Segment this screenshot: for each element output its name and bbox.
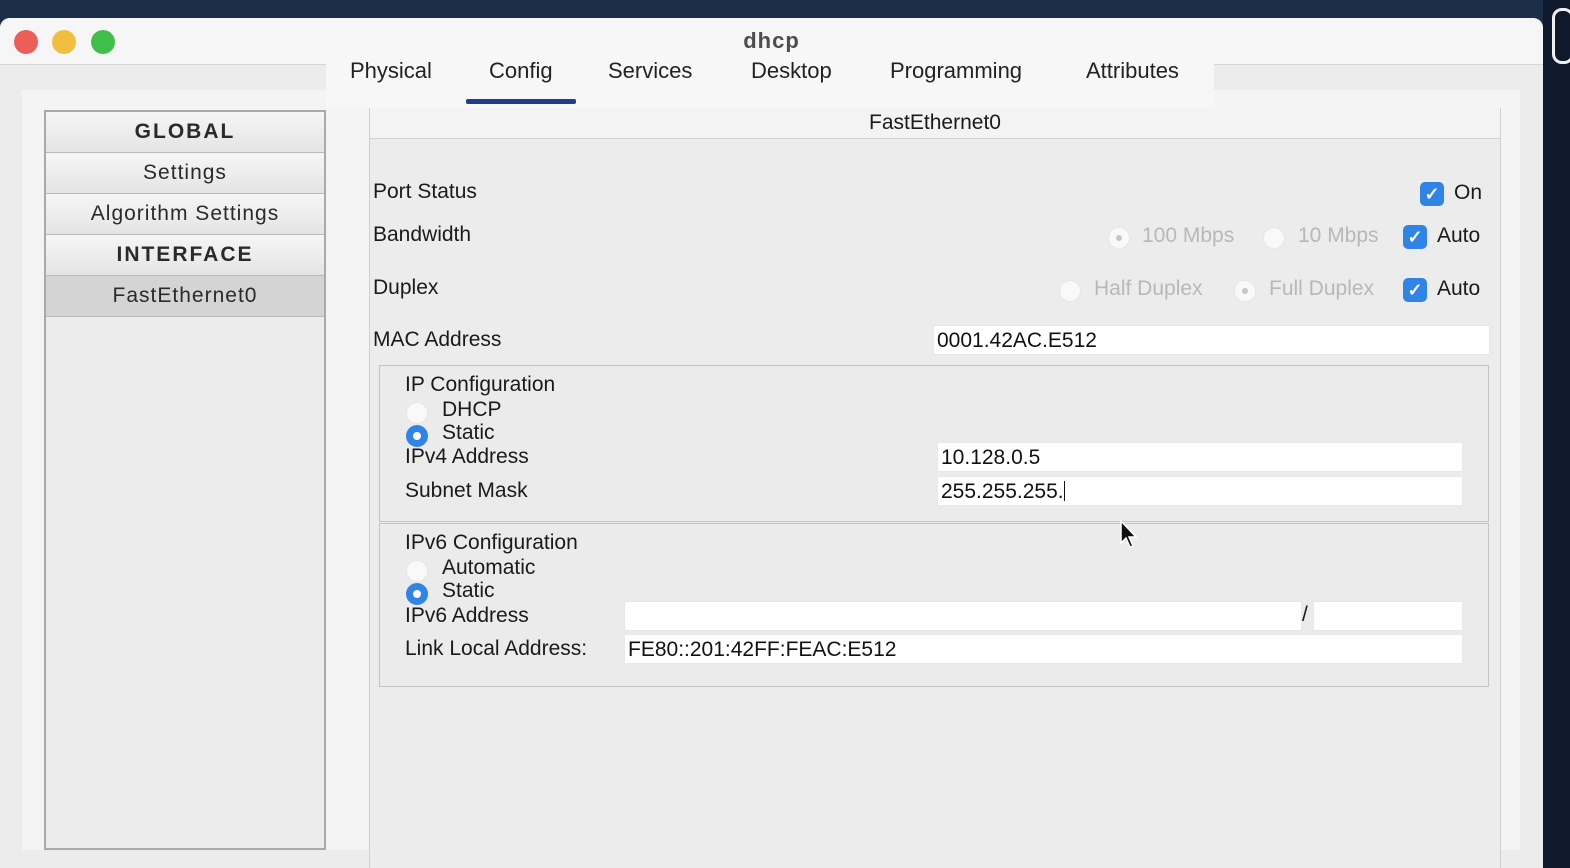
bandwidth-100-radio[interactable] <box>1108 227 1130 249</box>
ipv4-address-label: IPv4 Address <box>405 445 529 468</box>
bandwidth-10-label: 10 Mbps <box>1298 224 1379 247</box>
text-caret <box>1063 481 1065 501</box>
tab-attributes[interactable]: Attributes <box>1086 52 1179 108</box>
ipv6-config-group: IPv6 Configuration Automatic Static IPv6… <box>379 523 1489 687</box>
ipv6-automatic-label: Automatic <box>442 556 536 579</box>
desktop-edge <box>1543 0 1570 868</box>
ipv6-address-field[interactable] <box>624 601 1302 631</box>
sidebar-item-algorithm-settings[interactable]: Algorithm Settings <box>46 194 324 235</box>
ipv6-automatic-radio[interactable] <box>406 560 428 582</box>
duplex-full-radio[interactable] <box>1234 280 1256 302</box>
tab-bar: Physical Config Services Desktop Program… <box>326 52 1214 108</box>
sidebar-item-settings[interactable]: Settings <box>46 153 324 194</box>
ipv4-dhcp-radio[interactable] <box>406 402 428 424</box>
tab-programming[interactable]: Programming <box>890 52 1022 108</box>
subnet-mask-label: Subnet Mask <box>405 479 528 502</box>
sidebar-header-global[interactable]: GLOBAL <box>46 112 324 153</box>
ipv6-static-radio[interactable] <box>406 583 428 605</box>
ipv6-static-label: Static <box>442 579 495 602</box>
link-local-label: Link Local Address: <box>405 637 588 660</box>
ipv6-prefix-field[interactable] <box>1313 601 1463 631</box>
ipv6-address-label: IPv6 Address <box>405 604 529 627</box>
duplex-full-label: Full Duplex <box>1269 277 1375 300</box>
interface-panel: FastEthernet0 Port Status ✓ On Bandwidth… <box>369 108 1501 868</box>
duplex-label: Duplex <box>373 276 439 299</box>
bandwidth-100-label: 100 Mbps <box>1142 224 1235 247</box>
prefix-slash: / <box>1302 603 1308 626</box>
duplex-auto-checkbox[interactable]: ✓ <box>1403 278 1427 302</box>
tab-physical[interactable]: Physical <box>350 52 432 108</box>
sidebar-header-interface[interactable]: INTERFACE <box>46 235 324 276</box>
tab-services[interactable]: Services <box>608 52 692 108</box>
mouse-pointer-icon <box>1120 520 1138 548</box>
desktop-widget-icon <box>1552 8 1570 64</box>
ipv4-address-field[interactable]: 10.128.0.5 <box>937 442 1463 472</box>
sidebar-item-fastethernet0[interactable]: FastEthernet0 <box>46 276 324 317</box>
tab-config[interactable]: Config <box>466 52 576 108</box>
mac-address-label: MAC Address <box>373 328 502 351</box>
link-local-field[interactable]: FE80::201:42FF:FEAC:E512 <box>624 634 1463 664</box>
window-title: dhcp <box>743 28 800 53</box>
sidebar: GLOBAL Settings Algorithm Settings INTER… <box>44 110 326 850</box>
duplex-half-radio[interactable] <box>1059 280 1081 302</box>
ipv4-dhcp-label: DHCP <box>442 398 502 421</box>
subnet-mask-field[interactable]: 255.255.255. <box>937 476 1463 506</box>
port-status-on-label: On <box>1454 181 1483 204</box>
ipv6-config-title: IPv6 Configuration <box>405 531 578 554</box>
port-status-checkbox[interactable]: ✓ <box>1420 182 1444 206</box>
ipv4-config-group: IP Configuration DHCP Static IPv4 Addres… <box>379 365 1489 522</box>
interface-title: FastEthernet0 <box>370 108 1500 139</box>
ipv4-static-label: Static <box>442 421 495 444</box>
bandwidth-auto-label: Auto <box>1437 224 1481 247</box>
ipv4-static-radio[interactable] <box>406 425 428 447</box>
duplex-auto-label: Auto <box>1437 277 1481 300</box>
mac-address-field[interactable]: 0001.42AC.E512 <box>933 325 1490 355</box>
tab-desktop[interactable]: Desktop <box>751 52 832 108</box>
ipv4-config-title: IP Configuration <box>405 373 556 396</box>
port-status-label: Port Status <box>373 180 477 203</box>
bandwidth-label: Bandwidth <box>373 223 472 246</box>
bandwidth-10-radio[interactable] <box>1263 227 1285 249</box>
bandwidth-auto-checkbox[interactable]: ✓ <box>1403 225 1427 249</box>
duplex-half-label: Half Duplex <box>1094 277 1203 300</box>
subnet-mask-value: 255.255.255. <box>941 480 1064 503</box>
